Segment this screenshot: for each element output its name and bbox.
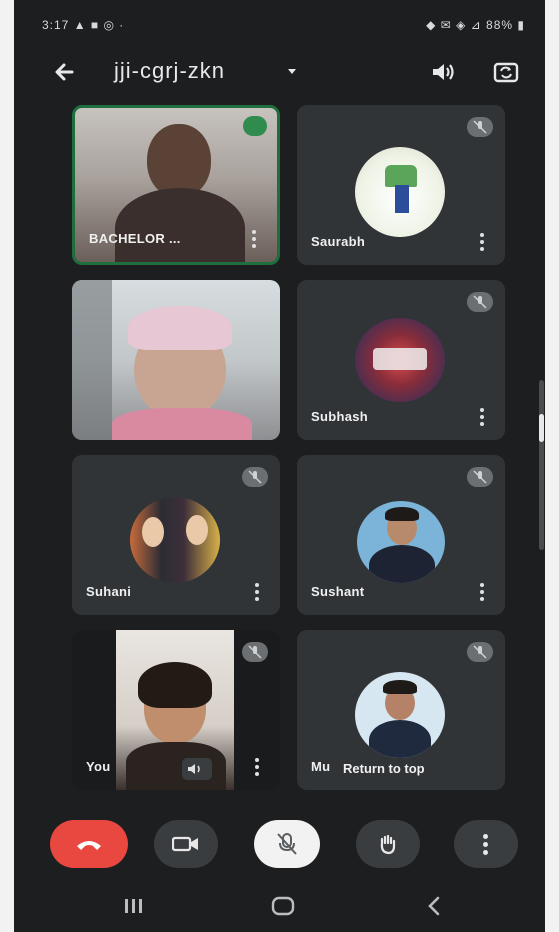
participant-avatar bbox=[355, 147, 445, 237]
mic-off-icon bbox=[467, 642, 493, 662]
end-call-button[interactable] bbox=[50, 820, 128, 868]
return-to-top-chip[interactable]: Return to top bbox=[339, 759, 429, 778]
status-indicators: ◆ ✉ ◈ ⊿ 88% ▮ bbox=[426, 18, 525, 32]
mic-off-icon bbox=[467, 292, 493, 312]
participant-name: BACHELOR ... bbox=[89, 231, 181, 246]
participant-tile-mu[interactable]: Mu Return to top bbox=[297, 630, 505, 790]
participant-avatar bbox=[355, 672, 445, 758]
camera-toggle-button[interactable] bbox=[154, 820, 218, 868]
more-options-icon[interactable] bbox=[479, 583, 485, 601]
mic-off-icon bbox=[467, 467, 493, 487]
participant-name: Saurabh bbox=[311, 234, 366, 249]
chevron-down-icon[interactable] bbox=[288, 69, 296, 74]
volume-icon[interactable] bbox=[182, 758, 212, 780]
participant-tile-sushant[interactable]: Sushant bbox=[297, 455, 505, 615]
recent-apps-icon[interactable] bbox=[122, 896, 146, 916]
more-options-icon[interactable] bbox=[479, 408, 485, 426]
speaking-indicator-icon bbox=[243, 116, 267, 136]
phone-screen: 3:17 ▲ ■ ◎ · ◆ ✉ ◈ ⊿ 88% ▮ jji-cgrj-zkn … bbox=[14, 0, 545, 932]
status-time: 3:17 ▲ ■ ◎ · bbox=[42, 18, 125, 32]
scrollbar[interactable] bbox=[539, 380, 544, 550]
participant-tile-subhash[interactable]: Subhash bbox=[297, 280, 505, 440]
participant-avatar bbox=[355, 318, 445, 402]
participant-tile-video[interactable] bbox=[72, 280, 280, 440]
self-video bbox=[116, 630, 234, 790]
speaker-icon[interactable] bbox=[430, 60, 456, 84]
participant-name: Suhani bbox=[86, 584, 132, 599]
participant-tile-bachelor[interactable]: BACHELOR ... bbox=[72, 105, 280, 265]
mic-off-icon bbox=[467, 117, 493, 137]
participant-name: Sushant bbox=[311, 584, 365, 599]
more-options-icon[interactable] bbox=[254, 758, 260, 776]
participant-name: Mu bbox=[311, 759, 331, 774]
video-camera-icon bbox=[172, 836, 198, 852]
system-nav-bar bbox=[14, 882, 545, 932]
back-arrow-icon[interactable] bbox=[50, 58, 78, 86]
participant-tile-suhani[interactable]: Suhani bbox=[72, 455, 280, 615]
participant-avatar bbox=[357, 501, 445, 583]
more-options-icon[interactable] bbox=[479, 233, 485, 251]
more-options-icon[interactable] bbox=[254, 583, 260, 601]
more-options-icon[interactable] bbox=[251, 230, 257, 248]
mic-toggle-button[interactable] bbox=[254, 820, 320, 868]
back-icon[interactable] bbox=[424, 895, 444, 917]
app-bar: jji-cgrj-zkn bbox=[14, 48, 545, 96]
participant-avatar bbox=[130, 497, 220, 583]
scrollbar-thumb[interactable] bbox=[539, 414, 544, 442]
participant-name: Subhash bbox=[311, 409, 368, 424]
more-vert-icon bbox=[483, 834, 489, 855]
home-icon[interactable] bbox=[270, 894, 296, 918]
end-call-icon bbox=[77, 841, 101, 850]
mic-off-icon bbox=[242, 467, 268, 487]
mic-off-icon bbox=[242, 642, 268, 662]
participant-tile-you[interactable]: You bbox=[72, 630, 280, 790]
call-controls bbox=[14, 810, 545, 880]
raise-hand-icon bbox=[380, 834, 396, 855]
flip-camera-icon[interactable] bbox=[492, 58, 520, 86]
more-options-button[interactable] bbox=[454, 820, 518, 868]
mic-off-icon bbox=[277, 833, 297, 855]
meeting-code[interactable]: jji-cgrj-zkn bbox=[114, 58, 225, 84]
participant-video bbox=[72, 280, 280, 440]
raise-hand-button[interactable] bbox=[356, 820, 420, 868]
participant-tile-saurabh[interactable]: Saurabh bbox=[297, 105, 505, 265]
participant-name: You bbox=[86, 759, 111, 774]
status-bar: 3:17 ▲ ■ ◎ · ◆ ✉ ◈ ⊿ 88% ▮ bbox=[14, 14, 545, 40]
